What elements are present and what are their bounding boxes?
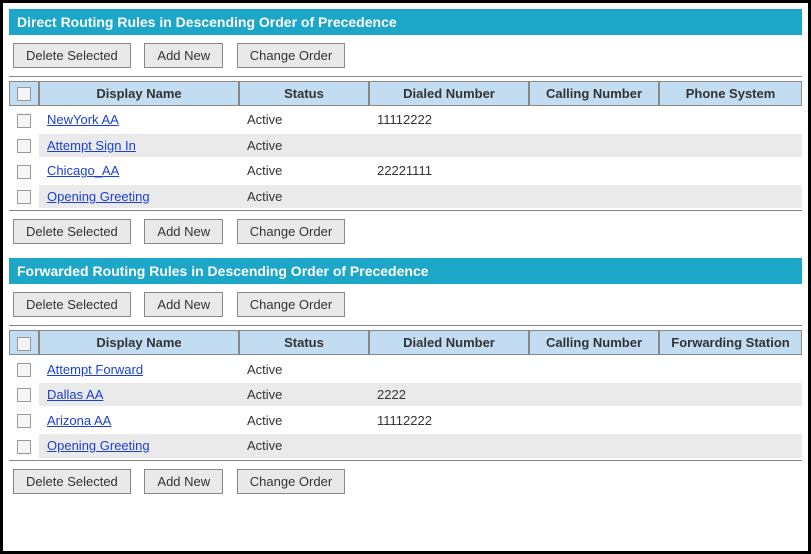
rule-link[interactable]: NewYork AA: [47, 112, 119, 127]
dialed-cell: [369, 185, 529, 209]
extra-cell: [659, 159, 802, 183]
calling-cell: [529, 159, 659, 183]
change-order-button[interactable]: Change Order: [237, 43, 345, 68]
status-cell: Active: [239, 434, 369, 458]
col-dialed-number: Dialed Number: [369, 330, 529, 355]
extra-cell: [659, 134, 802, 158]
extra-cell: [659, 185, 802, 209]
delete-selected-button[interactable]: Delete Selected: [13, 43, 131, 68]
calling-cell: [529, 383, 659, 407]
table-row: Arizona AA Active 11112222: [9, 408, 802, 432]
dialed-cell: [369, 357, 529, 381]
dialed-cell: 2222: [369, 383, 529, 407]
row-checkbox[interactable]: [17, 165, 31, 179]
select-all-checkbox[interactable]: [17, 87, 31, 101]
col-forwarding-station: Forwarding Station: [659, 330, 802, 355]
dialed-cell: 22221111: [369, 159, 529, 183]
dialed-cell: [369, 434, 529, 458]
dialed-cell: [369, 134, 529, 158]
col-dialed-number: Dialed Number: [369, 81, 529, 106]
rule-link[interactable]: Dallas AA: [47, 387, 103, 402]
status-cell: Active: [239, 383, 369, 407]
delete-selected-button[interactable]: Delete Selected: [13, 469, 131, 494]
rule-link[interactable]: Arizona AA: [47, 413, 111, 428]
extra-cell: [659, 108, 802, 132]
col-display-name: Display Name: [39, 330, 239, 355]
direct-routing-section: Direct Routing Rules in Descending Order…: [9, 9, 802, 252]
extra-cell: [659, 434, 802, 458]
calling-cell: [529, 108, 659, 132]
row-checkbox[interactable]: [17, 440, 31, 454]
extra-cell: [659, 383, 802, 407]
dialed-cell: 11112222: [369, 408, 529, 432]
col-calling-number: Calling Number: [529, 81, 659, 106]
add-new-button[interactable]: Add New: [144, 219, 223, 244]
rule-link[interactable]: Chicago_AA: [47, 163, 119, 178]
row-checkbox[interactable]: [17, 363, 31, 377]
table-row: Attempt Forward Active: [9, 357, 802, 381]
row-checkbox[interactable]: [17, 388, 31, 402]
row-checkbox[interactable]: [17, 414, 31, 428]
toolbar-bottom: Delete Selected Add New Change Order: [9, 460, 802, 502]
add-new-button[interactable]: Add New: [144, 469, 223, 494]
section-title: Forwarded Routing Rules in Descending Or…: [9, 258, 802, 284]
select-all-checkbox[interactable]: [17, 337, 31, 351]
extra-cell: [659, 408, 802, 432]
table-row: NewYork AA Active 11112222: [9, 108, 802, 132]
row-checkbox[interactable]: [17, 139, 31, 153]
change-order-button[interactable]: Change Order: [237, 219, 345, 244]
dialed-cell: 11112222: [369, 108, 529, 132]
delete-selected-button[interactable]: Delete Selected: [13, 292, 131, 317]
table-row: Chicago_AA Active 22221111: [9, 159, 802, 183]
extra-cell: [659, 357, 802, 381]
forwarded-routing-section: Forwarded Routing Rules in Descending Or…: [9, 258, 802, 501]
table-row: Opening Greeting Active: [9, 185, 802, 209]
toolbar-top: Delete Selected Add New Change Order: [9, 284, 802, 326]
status-cell: Active: [239, 159, 369, 183]
toolbar-top: Delete Selected Add New Change Order: [9, 35, 802, 77]
col-display-name: Display Name: [39, 81, 239, 106]
row-checkbox[interactable]: [17, 190, 31, 204]
add-new-button[interactable]: Add New: [144, 43, 223, 68]
calling-cell: [529, 134, 659, 158]
forwarded-rules-table: Display Name Status Dialed Number Callin…: [9, 328, 802, 459]
app-container: Direct Routing Rules in Descending Order…: [0, 0, 811, 554]
status-cell: Active: [239, 134, 369, 158]
rule-link[interactable]: Opening Greeting: [47, 438, 150, 453]
direct-rules-table: Display Name Status Dialed Number Callin…: [9, 79, 802, 210]
rule-link[interactable]: Attempt Forward: [47, 362, 143, 377]
table-row: Opening Greeting Active: [9, 434, 802, 458]
rule-link[interactable]: Attempt Sign In: [47, 138, 136, 153]
col-phone-system: Phone System: [659, 81, 802, 106]
table-row: Dallas AA Active 2222: [9, 383, 802, 407]
change-order-button[interactable]: Change Order: [237, 292, 345, 317]
col-status: Status: [239, 330, 369, 355]
calling-cell: [529, 357, 659, 381]
delete-selected-button[interactable]: Delete Selected: [13, 219, 131, 244]
section-title: Direct Routing Rules in Descending Order…: [9, 9, 802, 35]
rule-link[interactable]: Opening Greeting: [47, 189, 150, 204]
row-checkbox[interactable]: [17, 114, 31, 128]
calling-cell: [529, 185, 659, 209]
calling-cell: [529, 434, 659, 458]
change-order-button[interactable]: Change Order: [237, 469, 345, 494]
col-status: Status: [239, 81, 369, 106]
status-cell: Active: [239, 408, 369, 432]
calling-cell: [529, 408, 659, 432]
add-new-button[interactable]: Add New: [144, 292, 223, 317]
table-row: Attempt Sign In Active: [9, 134, 802, 158]
status-cell: Active: [239, 108, 369, 132]
status-cell: Active: [239, 357, 369, 381]
col-calling-number: Calling Number: [529, 330, 659, 355]
toolbar-bottom: Delete Selected Add New Change Order: [9, 210, 802, 252]
status-cell: Active: [239, 185, 369, 209]
